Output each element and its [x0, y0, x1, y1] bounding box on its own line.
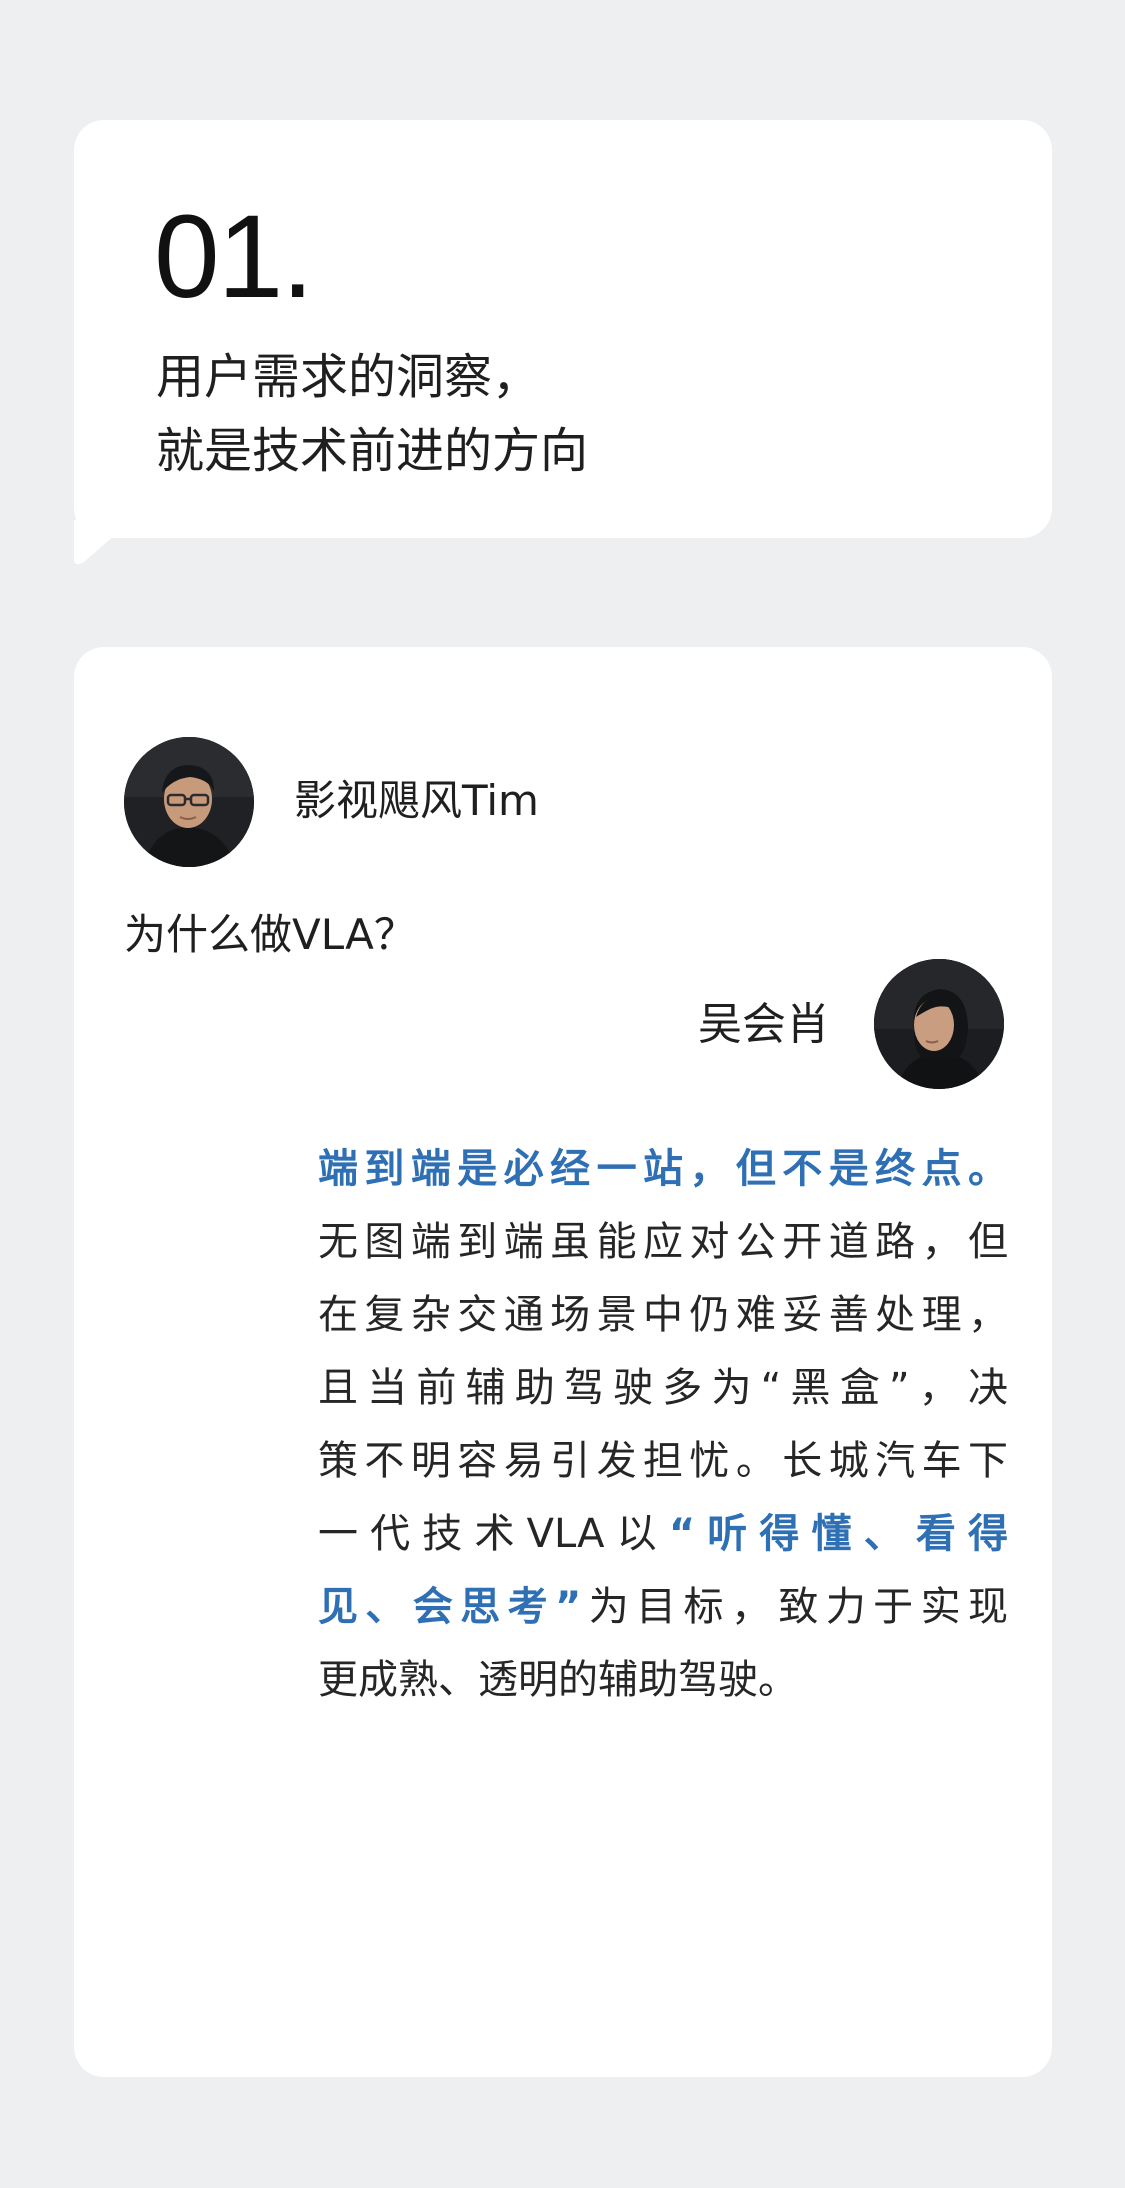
guest-name: 吴会肖: [698, 999, 830, 1050]
person-avatar-icon: [874, 959, 1004, 1089]
answer-highlight: 端到端是必经一站，但不是终点。: [318, 1146, 1008, 1192]
section-header-card: 01. 用户需求的洞察， 就是技术前进的方向: [74, 120, 1052, 538]
speech-bubble-tail: [74, 520, 132, 565]
answer-line: 见、会思考”为目标，致力于实现: [318, 1571, 1008, 1644]
answer-line: 在复杂交通场景中仍难妥善处理，: [318, 1292, 1008, 1338]
answer-text: 为目标，致力于实现: [581, 1584, 1008, 1630]
section-title-line-2: 就是技术前进的方向: [156, 423, 589, 479]
section-title-line-1: 用户需求的洞察，: [156, 349, 541, 405]
interview-card: 影视飓风Tim 为什么做VLA？ 吴会肖 端到端是必经一站，但不是终点。 无图端…: [74, 647, 1052, 2077]
answer-highlight: 见、会思考”: [318, 1584, 582, 1630]
answer-line: 更成熟、透明的辅助驾驶。: [318, 1657, 798, 1703]
answer-text: 一代技术VLA以: [318, 1511, 669, 1557]
answer-line: 端到端是必经一站，但不是终点。: [318, 1133, 1008, 1206]
guest-avatar: [874, 959, 1004, 1089]
answer-line: 一代技术VLA以“听得懂、看得: [318, 1498, 1008, 1571]
person-avatar-icon: [124, 737, 254, 867]
host-name: 影视飓风Tim: [294, 776, 539, 825]
answer-line: 且当前辅助驾驶多为“黑盒”，决: [318, 1365, 1008, 1411]
section-title: 用户需求的洞察， 就是技术前进的方向: [156, 340, 588, 488]
answer-line: 无图端到端虽能应对公开道路，但: [318, 1219, 1008, 1265]
host-avatar: [124, 737, 254, 867]
answer-line: 策不明容易引发担忧。长城汽车下: [318, 1438, 1008, 1484]
interview-answer: 端到端是必经一站，但不是终点。 无图端到端虽能应对公开道路，但 在复杂交通场景中…: [318, 1133, 1008, 1717]
section-number: 01.: [154, 191, 314, 323]
interview-question: 为什么做VLA？: [124, 910, 416, 959]
answer-highlight: “听得懂、看得: [668, 1511, 1008, 1557]
